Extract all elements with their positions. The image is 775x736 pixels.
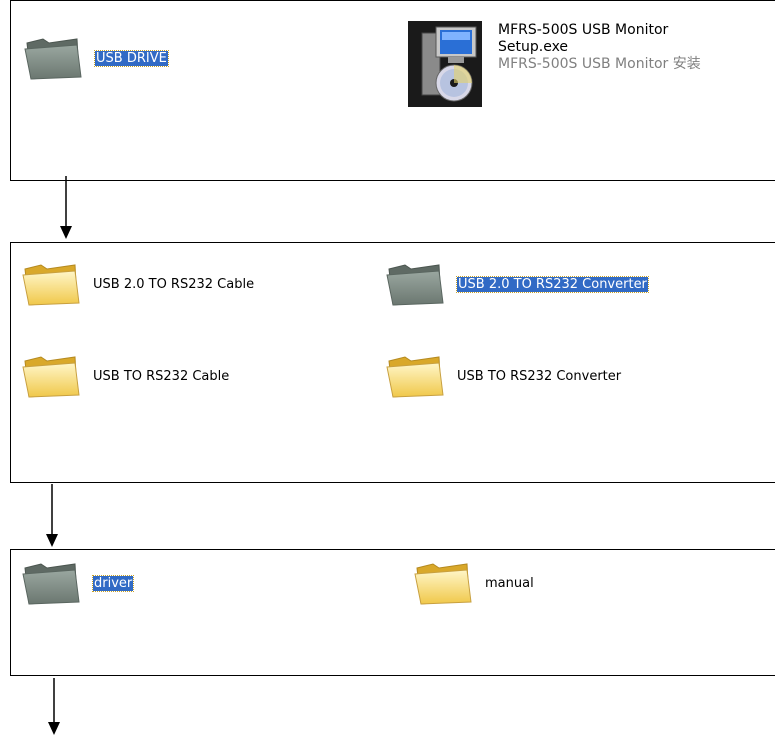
file-name-block: MFRS-500S USB Monitor Setup.exe MFRS-500… bbox=[498, 22, 701, 73]
installer-icon bbox=[408, 21, 482, 107]
folder-item-usb-drive[interactable]: USB DRIVE bbox=[23, 35, 169, 81]
folder-icon bbox=[385, 353, 445, 399]
folder-item-usb20-cable[interactable]: USB 2.0 TO RS232 Cable bbox=[21, 261, 254, 307]
folder-window-contents: driver manual bbox=[10, 549, 775, 676]
folder-item-usb-cable[interactable]: USB TO RS232 Cable bbox=[21, 353, 229, 399]
folder-label: manual bbox=[485, 575, 534, 591]
file-item-setup-exe[interactable] bbox=[408, 21, 482, 107]
folder-icon bbox=[21, 353, 81, 399]
folder-item-driver[interactable]: driver bbox=[21, 560, 135, 606]
folder-icon bbox=[21, 560, 81, 606]
down-arrow-icon bbox=[58, 176, 74, 242]
folder-icon bbox=[413, 560, 473, 606]
folder-window-models: USB 2.0 TO RS232 Cable USB 2.0 TO RS232 … bbox=[10, 242, 775, 483]
folder-label: driver bbox=[91, 574, 135, 592]
folder-label: USB TO RS232 Converter bbox=[457, 368, 622, 384]
folder-icon bbox=[23, 35, 83, 81]
down-arrow-icon bbox=[44, 484, 60, 550]
folder-label: USB 2.0 TO RS232 Converter bbox=[456, 275, 649, 293]
folder-item-manual[interactable]: manual bbox=[413, 560, 534, 606]
folder-item-usb20-converter[interactable]: USB 2.0 TO RS232 Converter bbox=[385, 261, 649, 307]
folder-icon bbox=[385, 261, 445, 307]
folder-label: USB TO RS232 Cable bbox=[93, 368, 230, 384]
folder-label: USB DRIVE bbox=[94, 49, 169, 67]
file-description: MFRS-500S USB Monitor 安装 bbox=[498, 56, 701, 72]
folder-icon bbox=[21, 261, 81, 307]
file-name-line1: MFRS-500S USB Monitor bbox=[498, 22, 669, 38]
folder-item-usb-converter[interactable]: USB TO RS232 Converter bbox=[385, 353, 621, 399]
folder-label: USB 2.0 TO RS232 Cable bbox=[93, 276, 255, 292]
file-name-line2: Setup.exe bbox=[498, 39, 569, 55]
folder-window-root: USB DRIVE MFRS-500S USB Monitor Setup.ex… bbox=[10, 0, 775, 181]
down-arrow-icon bbox=[46, 678, 62, 736]
